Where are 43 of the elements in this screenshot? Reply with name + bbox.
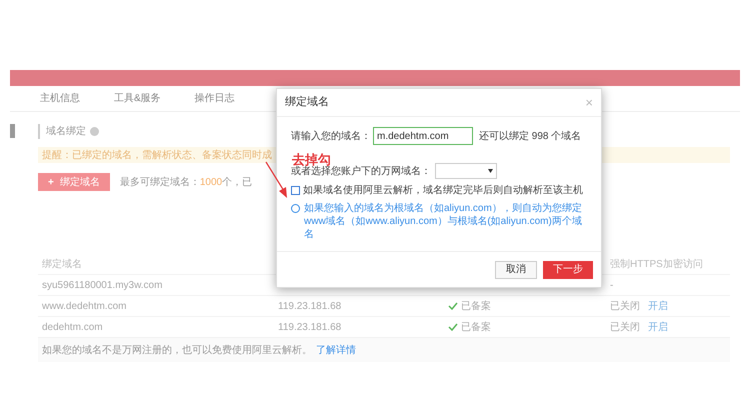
remaining-text: 还可以绑定 998 个域名 [479,130,582,144]
annotation-text: 去掉勾 [292,151,331,167]
domain-label: 请输入您的域名： [291,130,371,144]
select-label: 或者选择您账户下的万网域名： [291,166,431,178]
cancel-button[interactable]: 取消 [495,260,537,278]
table-cell-text: 已备案 [461,300,491,314]
arrow-icon [265,161,289,199]
enable-link[interactable]: 开启 [648,298,668,314]
close-button[interactable]: × [585,96,593,109]
check-icon [448,302,458,310]
auto-resolve-checkbox[interactable] [291,186,300,195]
table-cell-text: - [610,278,614,292]
table-cell-text: syu5961180001.my3w.com [41,278,164,292]
limit-text: 最多可绑定域名：1000个，已 [120,176,252,190]
nav-tab[interactable]: 主机信息 [40,91,80,106]
table-cell-text: www.dedehtm.com [41,300,128,314]
bind-domain-button[interactable]: + 绑定域名 [38,173,110,191]
table-cell-text: dedehtm.com [41,320,104,334]
check-icon [448,323,458,331]
dialog-title: 绑定域名 [285,94,329,110]
footer-text: 如果您的域名不是万网注册的，也可以免费使用阿里云解析。 [42,344,312,358]
caret-icon [488,169,493,173]
table-cell-text: 已备案 [461,320,491,334]
info-icon [291,204,300,213]
table-cell: 119.23.181.68 [278,300,342,312]
next-button[interactable]: 下一步 [543,260,593,278]
nav-tab[interactable]: 工具&服务 [114,91,161,106]
column-header: 绑定域名 [41,258,82,272]
enable-link[interactable]: 开启 [648,320,668,334]
domain-select[interactable] [435,163,497,179]
learn-more-link[interactable]: 了解详情 [316,342,356,358]
section-title: 域名绑定 [46,124,86,139]
info-text: 如果您输入的域名为根域名（如aliyun.com），则自动为您绑定www域名（如www.aliyun.com）与根域名(如aliyun.com)两个域名 [304,202,583,241]
table-cell-text: 已关闭 [610,320,640,334]
scroll-thumb [10,124,15,138]
column-header: 强制HTTPS加密访问 [610,258,704,272]
table-cell: 119.23.181.68 [278,322,342,332]
notice-text: 提醒：已绑定的域名，需解析状态、备案状态同时成 [42,148,272,162]
help-icon[interactable] [90,127,99,136]
nav-tab[interactable]: 操作日志 [194,91,235,106]
domain-input[interactable]: m.dedehtm.com [373,127,473,145]
checkbox-label: 如果域名使用阿里云解析，域名绑定完毕后则自动解析至该主机 [303,184,583,198]
table-cell-text: 已关闭 [610,300,640,314]
